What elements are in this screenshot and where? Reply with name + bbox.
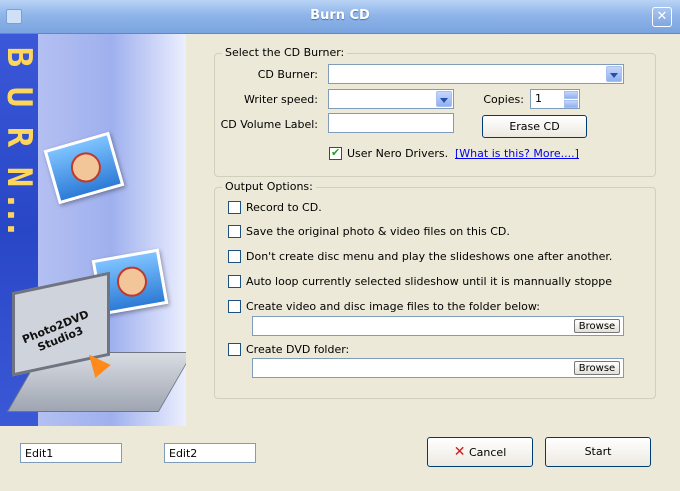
start-button[interactable]: Start xyxy=(545,437,651,467)
chevron-down-icon[interactable] xyxy=(606,66,622,82)
title-bar[interactable]: Burn CD ✕ xyxy=(0,0,680,34)
auto-loop-checkbox[interactable] xyxy=(228,275,241,288)
cancel-button[interactable]: ✕ Cancel xyxy=(427,437,533,467)
save-originals-label: Save the original photo & video files on… xyxy=(246,225,510,238)
create-image-files-checkbox[interactable] xyxy=(228,300,241,313)
cancel-button-label: Cancel xyxy=(468,446,507,459)
check-icon: ✔ xyxy=(331,146,341,159)
edit1-field[interactable]: Edit1 xyxy=(20,443,122,463)
chevron-down-icon[interactable] xyxy=(436,91,452,107)
copies-stepper[interactable]: 1 xyxy=(530,89,580,109)
save-originals-checkbox[interactable] xyxy=(228,225,241,238)
auto-loop-label: Auto loop currently selected slideshow u… xyxy=(246,275,612,288)
cd-burner-label: CD Burner: xyxy=(257,68,318,81)
photo-thumbnail-icon xyxy=(43,131,125,205)
no-disc-menu-checkbox[interactable] xyxy=(228,250,241,263)
browse-dvd-folder-button[interactable]: Browse xyxy=(574,361,620,375)
copies-label: Copies: xyxy=(483,93,524,106)
image-folder-input[interactable]: Browse xyxy=(252,316,624,336)
close-button[interactable]: ✕ xyxy=(652,7,672,27)
close-icon: ✕ xyxy=(656,9,668,24)
burn-letter: U xyxy=(0,86,39,108)
side-banner: B U R N . . . Photo2DVD Studio3 xyxy=(0,34,186,426)
erase-cd-button[interactable]: Erase CD xyxy=(482,115,587,138)
volume-label-input[interactable] xyxy=(328,113,454,133)
copies-value: 1 xyxy=(535,92,542,105)
edit2-field[interactable]: Edit2 xyxy=(164,443,256,463)
record-to-cd-checkbox[interactable] xyxy=(228,201,241,214)
cancel-x-icon: ✕ xyxy=(453,444,466,460)
burn-letter: . xyxy=(0,218,39,240)
volume-label-label: CD Volume Label: xyxy=(220,118,318,131)
nero-checkbox-label: User Nero Drivers. xyxy=(347,147,449,160)
burn-letter: R xyxy=(0,126,39,148)
burner-group-legend: Select the CD Burner: xyxy=(222,46,348,59)
help-link[interactable]: [What is this? More....] xyxy=(455,147,579,160)
create-dvd-folder-label: Create DVD folder: xyxy=(246,343,350,356)
no-disc-menu-label: Don't create disc menu and play the slid… xyxy=(246,250,613,263)
spin-up-icon[interactable] xyxy=(564,91,578,99)
create-dvd-folder-checkbox[interactable] xyxy=(228,343,241,356)
writer-speed-select[interactable] xyxy=(328,89,454,109)
burn-letter: B xyxy=(0,46,39,68)
nero-checkbox[interactable]: ✔ xyxy=(329,146,342,160)
spin-down-icon[interactable] xyxy=(564,100,578,108)
burn-cd-dialog: Burn CD ✕ B U R N . . . Photo2DVD Studio… xyxy=(0,0,680,491)
dvd-folder-input[interactable]: Browse xyxy=(252,358,624,378)
cd-burner-select[interactable] xyxy=(328,64,624,84)
writer-speed-label: Writer speed: xyxy=(244,93,318,106)
record-to-cd-label: Record to CD. xyxy=(246,201,322,214)
output-group-legend: Output Options: xyxy=(222,180,316,193)
create-image-files-label: Create video and disc image files to the… xyxy=(246,300,540,313)
browse-image-folder-button[interactable]: Browse xyxy=(574,319,620,333)
window-title: Burn CD xyxy=(310,8,370,23)
